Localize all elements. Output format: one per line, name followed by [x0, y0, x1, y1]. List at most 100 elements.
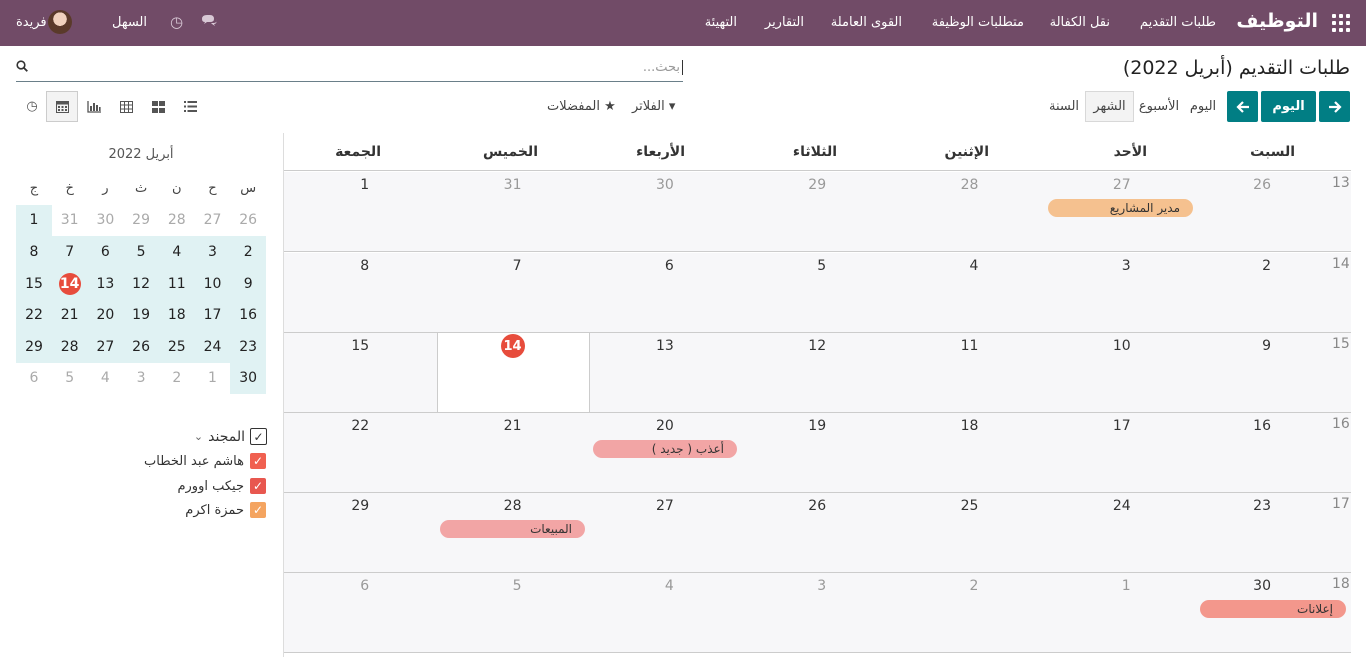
- graph-view-icon[interactable]: [78, 91, 110, 122]
- company-switcher[interactable]: السهل: [112, 15, 147, 30]
- list-view-icon[interactable]: [174, 91, 206, 122]
- menu-item-sponsorship-transfer[interactable]: نقل الكفالة: [1050, 15, 1110, 30]
- chevron-down-icon[interactable]: ⌄: [194, 430, 203, 443]
- mini-calendar-day[interactable]: 26: [230, 205, 266, 237]
- mini-calendar-day[interactable]: 12: [123, 267, 159, 300]
- calendar-event[interactable]: إعلانات: [1200, 600, 1346, 618]
- today-button[interactable]: اليوم: [1261, 91, 1316, 122]
- mini-calendar-day[interactable]: 30: [88, 205, 124, 237]
- day-cell[interactable]: 5: [437, 573, 589, 652]
- day-cell[interactable]: 7: [437, 253, 589, 332]
- day-cell[interactable]: 12: [742, 333, 894, 412]
- day-cell[interactable]: 18: [894, 413, 1046, 492]
- search-input[interactable]: بحث...: [643, 60, 683, 75]
- day-cell[interactable]: 1: [1046, 573, 1198, 652]
- mini-calendar-day[interactable]: 14: [51, 267, 88, 300]
- mini-calendar-day[interactable]: 24: [194, 331, 231, 363]
- day-cell[interactable]: 5: [742, 253, 894, 332]
- calendar-event[interactable]: أعذب ( جديد ): [593, 440, 737, 458]
- day-cell[interactable]: 17: [1046, 413, 1198, 492]
- filter-item-checkbox[interactable]: ✓: [250, 478, 266, 494]
- mini-calendar-day[interactable]: 29: [123, 205, 159, 237]
- day-cell[interactable]: 29: [742, 172, 894, 251]
- day-cell[interactable]: 10: [1046, 333, 1198, 412]
- mini-calendar-day[interactable]: 1: [195, 363, 231, 395]
- mini-calendar-day[interactable]: 6: [87, 236, 124, 268]
- mini-calendar-day[interactable]: 21: [51, 299, 88, 331]
- scale-day[interactable]: اليوم: [1186, 91, 1220, 122]
- calendar-event[interactable]: المبيعات: [440, 520, 585, 538]
- day-cell[interactable]: 22: [285, 413, 437, 492]
- group-checkbox[interactable]: ✓: [250, 428, 267, 445]
- mini-calendar-day[interactable]: 22: [16, 299, 52, 331]
- mini-calendar-day[interactable]: 18: [158, 299, 195, 331]
- filter-item[interactable]: ✓ هاشم عبد الخطاب: [144, 453, 266, 469]
- mini-calendar-day[interactable]: 3: [194, 236, 231, 268]
- mini-calendar-day[interactable]: 11: [158, 267, 195, 300]
- scale-year[interactable]: السنة: [1045, 91, 1083, 122]
- filter-item[interactable]: ✓ جيكب اوورم: [177, 478, 266, 494]
- menu-item-reports[interactable]: التقارير: [765, 15, 804, 30]
- pivot-view-icon[interactable]: [110, 91, 142, 122]
- day-cell[interactable]: 25: [894, 493, 1046, 572]
- filter-item-checkbox[interactable]: ✓: [250, 453, 266, 469]
- mini-calendar-day[interactable]: 9: [230, 267, 266, 300]
- menu-item-configuration[interactable]: التهيئة: [705, 15, 737, 30]
- mini-calendar-day[interactable]: 5: [52, 363, 88, 395]
- mini-calendar-day[interactable]: 25: [158, 331, 195, 363]
- search-bar[interactable]: بحث...: [16, 56, 683, 82]
- day-cell[interactable]: 28: [894, 172, 1046, 251]
- day-cell[interactable]: 31: [437, 172, 589, 251]
- mini-calendar-day[interactable]: 15: [16, 267, 52, 300]
- calendar-event[interactable]: مدير المشاريع: [1048, 199, 1193, 217]
- mini-calendar-day[interactable]: 28: [159, 205, 195, 237]
- day-cell[interactable]: 14: [437, 333, 590, 412]
- day-cell[interactable]: 26: [742, 493, 894, 572]
- user-avatar[interactable]: [48, 10, 72, 34]
- user-name[interactable]: فريدة: [16, 15, 47, 30]
- day-cell[interactable]: 6: [285, 573, 437, 652]
- mini-calendar-day[interactable]: 2: [230, 236, 266, 268]
- mini-calendar-day[interactable]: 5: [123, 236, 159, 268]
- day-cell[interactable]: 4: [894, 253, 1046, 332]
- day-cell[interactable]: 11: [894, 333, 1046, 412]
- search-icon[interactable]: [16, 60, 28, 72]
- app-brand[interactable]: التوظيف: [1236, 10, 1318, 32]
- mini-calendar-day[interactable]: 1: [16, 204, 52, 237]
- day-cell[interactable]: 15: [285, 333, 437, 412]
- next-button[interactable]: [1319, 91, 1350, 122]
- mini-calendar-day[interactable]: 10: [194, 267, 231, 300]
- mini-calendar-day[interactable]: 23: [230, 331, 266, 363]
- mini-calendar-day[interactable]: 17: [194, 299, 231, 331]
- day-cell[interactable]: 3: [742, 573, 894, 652]
- mini-calendar-day[interactable]: 27: [87, 331, 124, 363]
- kanban-view-icon[interactable]: [142, 91, 174, 122]
- filter-item[interactable]: ✓ حمزة اكرم: [185, 502, 266, 518]
- mini-calendar-day[interactable]: 4: [88, 363, 124, 395]
- mini-calendar-day[interactable]: 31: [52, 205, 88, 237]
- mini-calendar-day[interactable]: 27: [195, 205, 231, 237]
- filter-item-checkbox[interactable]: ✓: [250, 502, 266, 518]
- mini-calendar-day[interactable]: 3: [123, 363, 159, 395]
- day-cell[interactable]: 2: [894, 573, 1046, 652]
- day-cell[interactable]: 13: [590, 333, 742, 412]
- menu-item-applications[interactable]: طلبات التقديم: [1140, 15, 1216, 30]
- menu-item-job-requirements[interactable]: متطلبات الوظيفة: [932, 15, 1024, 30]
- day-cell[interactable]: 19: [742, 413, 894, 492]
- day-cell[interactable]: 8: [285, 253, 437, 332]
- prev-button[interactable]: [1227, 91, 1258, 122]
- day-cell[interactable]: 30: [590, 172, 742, 251]
- day-cell[interactable]: 26: [1199, 172, 1351, 251]
- mini-calendar-day[interactable]: 30: [230, 362, 266, 395]
- day-cell[interactable]: 2: [1199, 253, 1351, 332]
- scale-week[interactable]: الأسبوع: [1134, 91, 1184, 122]
- day-cell[interactable]: 29: [285, 493, 437, 572]
- mini-calendar-day[interactable]: 26: [123, 331, 159, 363]
- mini-calendar-day[interactable]: 20: [87, 299, 124, 331]
- day-cell[interactable]: 9: [1199, 333, 1351, 412]
- mini-calendar-day[interactable]: 2: [159, 363, 195, 395]
- filter-group-header[interactable]: ✓ المجند ⌄: [194, 428, 267, 445]
- day-cell[interactable]: 27: [590, 493, 742, 572]
- filters-dropdown[interactable]: ▾ الفلاتر: [632, 99, 675, 114]
- day-cell[interactable]: 16: [1199, 413, 1351, 492]
